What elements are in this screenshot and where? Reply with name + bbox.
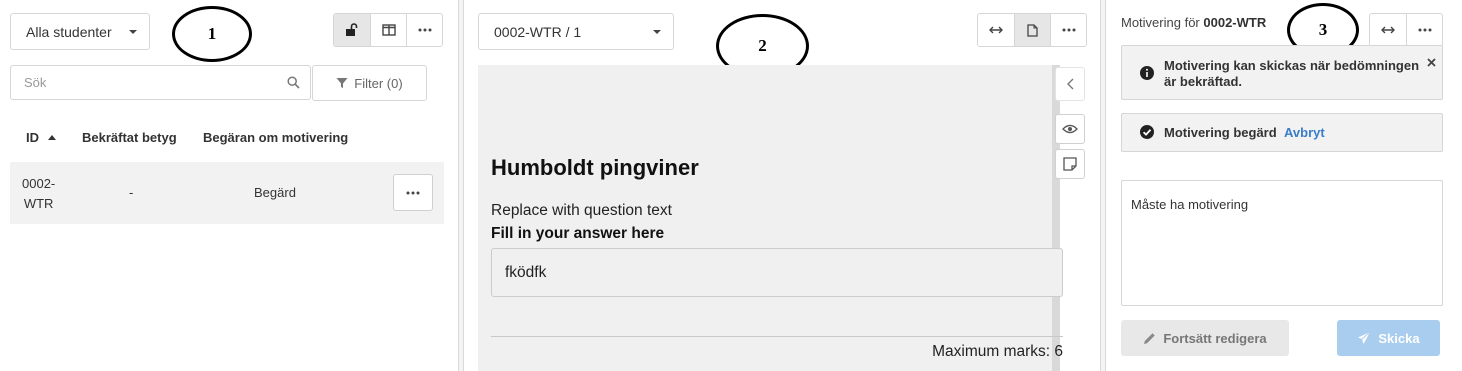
expand-width-button[interactable] [1370,14,1406,46]
question-text: Replace with question text [491,202,672,219]
more-options-button[interactable] [406,14,442,46]
chevron-down-icon [653,29,661,34]
student-filter-label: Alla studenter [26,23,112,40]
motivation-panel: Motivering för 0002-WTR 3 Motivering kan… [1107,0,1462,371]
request-status-alert: Motivering begärd Avbryt [1121,113,1443,152]
panel-divider-right[interactable] [1100,0,1106,371]
info-alert-line1: Motivering kan skickas när bedömningen [1164,58,1420,73]
sticky-note-icon [1063,157,1077,171]
paper-plane-icon [1358,331,1371,344]
column-id-label: ID [26,130,39,145]
row-request-status: Begärd [254,185,296,200]
request-status-text: Motivering begärd [1164,125,1277,140]
unlock-icon [346,23,358,36]
page-select-label: 0002-WTR / 1 [494,23,582,40]
answer-field: fködfk [491,248,1063,297]
expand-width-button[interactable] [978,14,1014,46]
check-circle-icon [1140,125,1154,139]
row-more-button[interactable] [393,174,433,211]
filter-button[interactable]: Filter (0) [312,65,427,101]
info-alert: Motivering kan skickas när bedömningen ä… [1121,45,1443,100]
student-list-panel: Alla studenter 1 Sök Filter (0) ID Bekrä… [0,0,458,371]
column-header-id[interactable]: ID [26,130,56,145]
sort-asc-icon [47,135,56,140]
more-options-button[interactable] [1050,14,1086,46]
ellipsis-icon [1062,28,1075,32]
ellipsis-icon [1418,28,1431,32]
page-select-dropdown[interactable]: 0002-WTR / 1 [478,13,674,50]
collapse-sidebar-button[interactable] [1055,67,1085,101]
row-grade: - [129,185,134,200]
columns-icon [381,24,396,36]
pencil-icon [1144,332,1156,344]
table-row[interactable]: 0002- WTR - Begärd [10,162,444,224]
answer-label: Fill in your answer here [491,225,665,242]
split-view-button[interactable] [370,14,406,46]
annotation-number: 2 [758,36,767,55]
divider-line [491,336,1063,337]
annotation-circle-1: 1 [172,6,252,62]
info-icon [1140,66,1154,80]
motivation-title-id: 0002-WTR [1203,15,1267,30]
preview-button[interactable] [1055,114,1085,144]
answer-value: fködfk [505,263,547,281]
more-options-button[interactable] [1406,14,1442,46]
arrows-horizontal-icon [1381,26,1395,34]
row-id: 0002- WTR [22,174,55,214]
question-title: Humboldt pingviner [491,155,699,180]
panel-divider-left[interactable] [458,0,464,371]
send-button[interactable]: Skicka [1337,320,1440,356]
column-header-request[interactable]: Begäran om motivering [203,130,348,145]
annotation-number: 1 [207,24,217,43]
search-icon [287,76,300,89]
motivation-title-prefix: Motivering för [1121,15,1200,30]
motivation-textarea[interactable]: Måste ha motivering [1121,180,1443,306]
document-icon [1027,23,1038,37]
ellipsis-icon [418,28,431,32]
motivation-title: Motivering för 0002-WTR [1121,15,1266,30]
info-alert-line2: är bekräftad. [1164,74,1243,89]
eye-icon [1062,124,1078,134]
cancel-request-link[interactable]: Avbryt [1284,125,1325,140]
continue-editing-button[interactable]: Fortsätt redigera [1121,320,1289,356]
viewer-side-tools [1054,65,1088,371]
table-header: ID Bekräftat betyg Begäran om motivering [10,130,444,150]
row-id-line1: 0002- [22,176,56,191]
max-marks: Maximum marks: 6 [932,343,1063,360]
document-view-button[interactable] [1014,14,1050,46]
filter-label: Filter (0) [354,75,403,91]
ellipsis-icon [406,191,420,194]
motivation-text: Måste ha motivering [1131,197,1249,212]
unlock-button[interactable] [334,14,370,46]
continue-editing-label: Fortsätt redigera [1163,330,1267,346]
funnel-icon [336,78,348,88]
chevron-left-icon [1066,78,1073,90]
close-icon[interactable] [1427,58,1436,67]
motivation-toolbar [1369,13,1443,47]
column-header-grade[interactable]: Bekräftat betyg [82,130,177,145]
annotation-number: 3 [1318,20,1328,39]
notes-button[interactable] [1055,149,1085,179]
list-toolbar [333,13,443,47]
submission-viewer-panel: 0002-WTR / 1 2 Humboldt pingviner Replac… [466,0,1100,371]
arrows-horizontal-icon [989,26,1003,34]
send-label: Skicka [1378,330,1420,346]
search-placeholder: Sök [24,75,47,90]
chevron-down-icon [129,29,137,34]
student-filter-dropdown[interactable]: Alla studenter [10,13,150,50]
search-input[interactable]: Sök [10,65,311,100]
viewer-toolbar [977,13,1087,47]
info-alert-text: Motivering kan skickas när bedömningen ä… [1164,58,1419,90]
row-id-line2: WTR [23,196,54,211]
